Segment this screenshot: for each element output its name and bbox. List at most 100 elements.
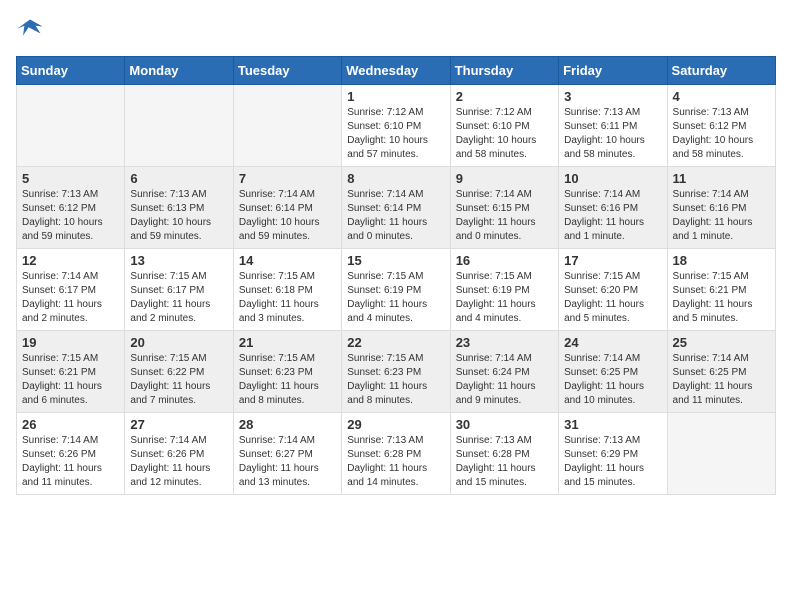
day-info: Sunrise: 7:15 AM Sunset: 6:17 PM Dayligh…	[130, 270, 227, 326]
weekday-header-row: SundayMondayTuesdayWednesdayThursdayFrid…	[17, 57, 776, 85]
day-info: Sunrise: 7:12 AM Sunset: 6:10 PM Dayligh…	[456, 106, 553, 162]
day-info: Sunrise: 7:14 AM Sunset: 6:14 PM Dayligh…	[239, 188, 336, 244]
day-cell	[125, 85, 233, 167]
day-cell: 9Sunrise: 7:14 AM Sunset: 6:15 PM Daylig…	[450, 167, 558, 249]
day-number: 8	[347, 171, 444, 186]
day-number: 26	[22, 417, 119, 432]
day-info: Sunrise: 7:15 AM Sunset: 6:23 PM Dayligh…	[239, 352, 336, 408]
day-info: Sunrise: 7:14 AM Sunset: 6:26 PM Dayligh…	[130, 434, 227, 490]
day-cell: 10 Sunrise: 7:14 AM Sunset: 6:16 PM Dayli…	[559, 167, 667, 249]
week-row-1: 5 Sunrise: 7:13 AM Sunset: 6:12 PM Daylig…	[17, 167, 776, 249]
day-info: Sunrise: 7:13 AM Sunset: 6:11 PM Dayligh…	[564, 106, 661, 162]
day-info: Sunrise: 7:14 AM Sunset: 6:15 PM Dayligh…	[456, 188, 553, 244]
day-info: Sunrise: 7:15 AM Sunset: 6:18 PM Dayligh…	[239, 270, 336, 326]
week-row-0: 1 Sunrise: 7:12 AM Sunset: 6:10 PM Daylig…	[17, 85, 776, 167]
day-number: 10	[564, 171, 661, 186]
day-number: 16	[456, 253, 553, 268]
day-number: 11	[673, 171, 770, 186]
day-number: 3	[564, 89, 661, 104]
day-number: 28	[239, 417, 336, 432]
day-number: 5	[22, 171, 119, 186]
day-cell	[233, 85, 341, 167]
day-info: Sunrise: 7:15 AM Sunset: 6:23 PM Dayligh…	[347, 352, 444, 408]
day-number: 29	[347, 417, 444, 432]
day-cell: 21 Sunrise: 7:15 AM Sunset: 6:23 PM Dayli…	[233, 331, 341, 413]
day-cell: 19 Sunrise: 7:15 AM Sunset: 6:21 PM Dayli…	[17, 331, 125, 413]
day-number: 17	[564, 253, 661, 268]
day-number: 19	[22, 335, 119, 350]
logo-bird-icon	[16, 16, 44, 44]
day-cell: 30Sunrise: 7:13 AM Sunset: 6:28 PM Dayli…	[450, 413, 558, 495]
day-cell: 16 Sunrise: 7:15 AM Sunset: 6:19 PM Dayli…	[450, 249, 558, 331]
day-number: 22	[347, 335, 444, 350]
day-info: Sunrise: 7:13 AM Sunset: 6:28 PM Dayligh…	[347, 434, 444, 490]
page-header	[16, 16, 776, 44]
day-cell: 18 Sunrise: 7:15 AM Sunset: 6:21 PM Dayli…	[667, 249, 775, 331]
day-number: 6	[130, 171, 227, 186]
weekday-header-thursday: Thursday	[450, 57, 558, 85]
calendar-body: 1 Sunrise: 7:12 AM Sunset: 6:10 PM Daylig…	[17, 85, 776, 495]
day-number: 21	[239, 335, 336, 350]
day-cell: 24 Sunrise: 7:14 AM Sunset: 6:25 PM Dayli…	[559, 331, 667, 413]
day-number: 14	[239, 253, 336, 268]
day-info: Sunrise: 7:14 AM Sunset: 6:16 PM Dayligh…	[564, 188, 661, 244]
day-cell: 25 Sunrise: 7:14 AM Sunset: 6:25 PM Dayli…	[667, 331, 775, 413]
day-info: Sunrise: 7:13 AM Sunset: 6:13 PM Dayligh…	[130, 188, 227, 244]
day-cell: 2Sunrise: 7:12 AM Sunset: 6:10 PM Daylig…	[450, 85, 558, 167]
day-cell: 13 Sunrise: 7:15 AM Sunset: 6:17 PM Dayli…	[125, 249, 233, 331]
day-info: Sunrise: 7:15 AM Sunset: 6:21 PM Dayligh…	[22, 352, 119, 408]
day-cell: 11Sunrise: 7:14 AM Sunset: 6:16 PM Dayli…	[667, 167, 775, 249]
weekday-header-tuesday: Tuesday	[233, 57, 341, 85]
week-row-2: 12 Sunrise: 7:14 AM Sunset: 6:17 PM Dayli…	[17, 249, 776, 331]
day-cell: 3 Sunrise: 7:13 AM Sunset: 6:11 PM Daylig…	[559, 85, 667, 167]
day-cell: 12 Sunrise: 7:14 AM Sunset: 6:17 PM Dayli…	[17, 249, 125, 331]
day-info: Sunrise: 7:14 AM Sunset: 6:26 PM Dayligh…	[22, 434, 119, 490]
day-cell: 29 Sunrise: 7:13 AM Sunset: 6:28 PM Dayli…	[342, 413, 450, 495]
day-cell: 22 Sunrise: 7:15 AM Sunset: 6:23 PM Dayli…	[342, 331, 450, 413]
weekday-header-wednesday: Wednesday	[342, 57, 450, 85]
day-number: 20	[130, 335, 227, 350]
day-cell: 26 Sunrise: 7:14 AM Sunset: 6:26 PM Dayli…	[17, 413, 125, 495]
day-info: Sunrise: 7:14 AM Sunset: 6:14 PM Dayligh…	[347, 188, 444, 244]
day-cell: 1Sunrise: 7:12 AM Sunset: 6:10 PM Daylig…	[342, 85, 450, 167]
day-number: 1	[347, 89, 444, 104]
day-cell: 5 Sunrise: 7:13 AM Sunset: 6:12 PM Daylig…	[17, 167, 125, 249]
week-row-4: 26 Sunrise: 7:14 AM Sunset: 6:26 PM Dayli…	[17, 413, 776, 495]
day-info: Sunrise: 7:15 AM Sunset: 6:21 PM Dayligh…	[673, 270, 770, 326]
logo	[16, 16, 48, 44]
day-cell: 7Sunrise: 7:14 AM Sunset: 6:14 PM Daylig…	[233, 167, 341, 249]
day-info: Sunrise: 7:15 AM Sunset: 6:22 PM Dayligh…	[130, 352, 227, 408]
day-number: 13	[130, 253, 227, 268]
week-row-3: 19 Sunrise: 7:15 AM Sunset: 6:21 PM Dayli…	[17, 331, 776, 413]
day-info: Sunrise: 7:14 AM Sunset: 6:24 PM Dayligh…	[456, 352, 553, 408]
day-info: Sunrise: 7:13 AM Sunset: 6:12 PM Dayligh…	[22, 188, 119, 244]
day-number: 30	[456, 417, 553, 432]
day-info: Sunrise: 7:14 AM Sunset: 6:17 PM Dayligh…	[22, 270, 119, 326]
day-cell: 23 Sunrise: 7:14 AM Sunset: 6:24 PM Dayli…	[450, 331, 558, 413]
day-number: 18	[673, 253, 770, 268]
day-info: Sunrise: 7:15 AM Sunset: 6:19 PM Dayligh…	[456, 270, 553, 326]
day-cell: 15 Sunrise: 7:15 AM Sunset: 6:19 PM Dayli…	[342, 249, 450, 331]
day-number: 12	[22, 253, 119, 268]
day-info: Sunrise: 7:14 AM Sunset: 6:25 PM Dayligh…	[673, 352, 770, 408]
day-number: 24	[564, 335, 661, 350]
day-info: Sunrise: 7:14 AM Sunset: 6:27 PM Dayligh…	[239, 434, 336, 490]
day-number: 25	[673, 335, 770, 350]
day-number: 15	[347, 253, 444, 268]
day-cell: 14 Sunrise: 7:15 AM Sunset: 6:18 PM Dayli…	[233, 249, 341, 331]
day-info: Sunrise: 7:14 AM Sunset: 6:25 PM Dayligh…	[564, 352, 661, 408]
day-cell: 31 Sunrise: 7:13 AM Sunset: 6:29 PM Dayli…	[559, 413, 667, 495]
day-number: 27	[130, 417, 227, 432]
weekday-header-friday: Friday	[559, 57, 667, 85]
day-number: 23	[456, 335, 553, 350]
day-cell: 28 Sunrise: 7:14 AM Sunset: 6:27 PM Dayli…	[233, 413, 341, 495]
day-cell: 20 Sunrise: 7:15 AM Sunset: 6:22 PM Dayli…	[125, 331, 233, 413]
day-info: Sunrise: 7:13 AM Sunset: 6:29 PM Dayligh…	[564, 434, 661, 490]
day-number: 31	[564, 417, 661, 432]
day-cell	[667, 413, 775, 495]
day-number: 4	[673, 89, 770, 104]
day-cell: 8 Sunrise: 7:14 AM Sunset: 6:14 PM Daylig…	[342, 167, 450, 249]
weekday-header-monday: Monday	[125, 57, 233, 85]
day-info: Sunrise: 7:15 AM Sunset: 6:19 PM Dayligh…	[347, 270, 444, 326]
weekday-header-sunday: Sunday	[17, 57, 125, 85]
